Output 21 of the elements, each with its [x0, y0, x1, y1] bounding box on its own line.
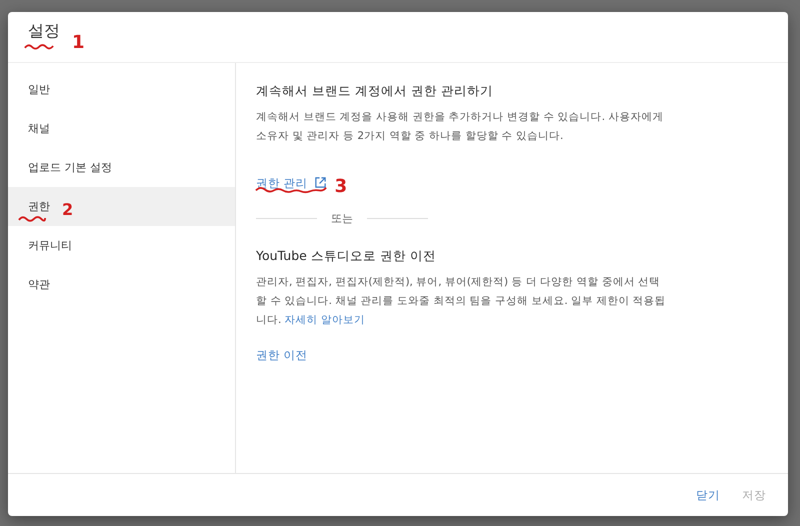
footer-button[interactable]: 닫기 — [688, 484, 728, 506]
learn-more-link[interactable]: 자세히 알아보기 — [284, 314, 366, 326]
sidebar-item[interactable]: 약관 — [8, 265, 235, 304]
transfer-permissions-link[interactable]: 권한 이전 — [256, 348, 308, 362]
section-description: 계속해서 브랜드 계정을 사용해 권한을 추가하거나 변경할 수 있습니다. 사용자에게 소유자 및 관리자 등 2가지 역할 중 하나를 할당할 수 있습니다. — [256, 110, 664, 144]
annotation-number: 3 — [334, 176, 348, 197]
section-title: 계속해서 브랜드 계정에서 권한 관리하기 — [256, 83, 494, 100]
annotation-number: 1 — [72, 32, 85, 52]
dialog-title: 설정 — [28, 22, 60, 40]
sidebar-item[interactable]: 일반 — [8, 70, 235, 109]
divider-label: 또는 — [331, 211, 353, 226]
section-description: 관리자, 편집자, 편집자(제한적), 뷰어, 뷰어(제한적) 등 더 다양한 역할 중에서 선택할 수 있습니다. 채널 관리를 도와줄 최적의 팀을 구성해 보세요. 일부 제한이 적용됩니다. 자세히 알아보기 — [256, 275, 667, 328]
squiggle-underline — [18, 214, 46, 222]
sidebar-item[interactable]: 업로드 기본 설정 — [8, 148, 235, 187]
sidebar-item[interactable]: 채널 — [8, 109, 235, 148]
squiggle-underline — [24, 42, 54, 50]
external-link-icon[interactable] — [314, 176, 327, 189]
annotation-number: 2 — [62, 203, 74, 216]
sidebar-item[interactable]: 권한 2 — [8, 187, 235, 226]
sidebar-item[interactable]: 커뮤니티 — [8, 226, 235, 265]
section-title: YouTube 스튜디오로 권한 이전 — [256, 248, 437, 265]
